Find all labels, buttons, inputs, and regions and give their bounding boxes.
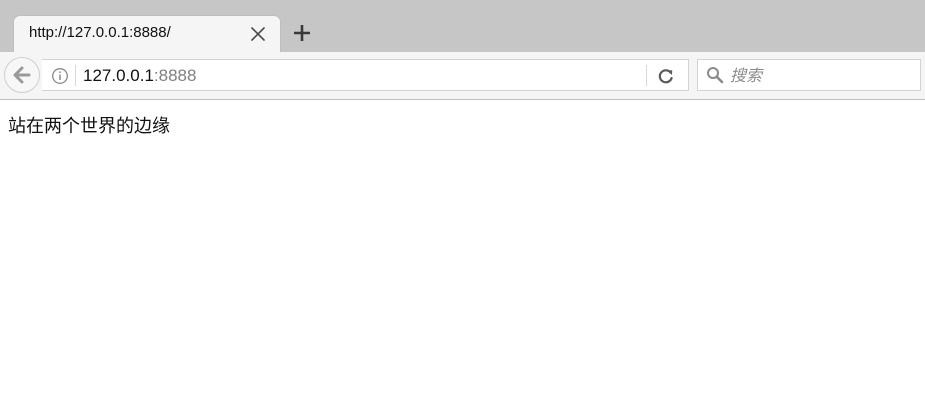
search-bar[interactable]: [697, 59, 921, 91]
tab-strip: http://127.0.0.1:8888/: [0, 0, 925, 52]
url-separator: [75, 65, 76, 86]
reload-separator: [646, 65, 647, 86]
address-bar[interactable]: 127.0.0.1:8888: [42, 59, 689, 91]
browser-window: http://127.0.0.1:8888/ 127.0.0.1:8888 搜索…: [0, 0, 925, 420]
nav-toolbar: 127.0.0.1:8888: [0, 52, 925, 100]
close-icon[interactable]: [250, 26, 266, 42]
plus-icon: [294, 25, 310, 41]
search-icon: [706, 66, 724, 84]
page-text: 站在两个世界的边缘: [8, 116, 170, 137]
reload-button[interactable]: [654, 66, 678, 86]
new-tab-button[interactable]: [291, 22, 313, 44]
arrow-left-icon: [13, 66, 31, 84]
info-icon[interactable]: [51, 67, 69, 85]
tab-active[interactable]: http://127.0.0.1:8888/: [14, 16, 280, 52]
reload-icon: [658, 69, 673, 84]
url-text[interactable]: 127.0.0.1:8888: [83, 65, 196, 87]
tab-title: http://127.0.0.1:8888/: [29, 24, 171, 41]
url-host: 127.0.0.1: [83, 66, 154, 85]
page-content: 站在两个世界的边缘: [0, 100, 925, 420]
back-button[interactable]: [4, 57, 40, 93]
search-input[interactable]: [730, 62, 915, 88]
url-port: :8888: [153, 66, 197, 85]
